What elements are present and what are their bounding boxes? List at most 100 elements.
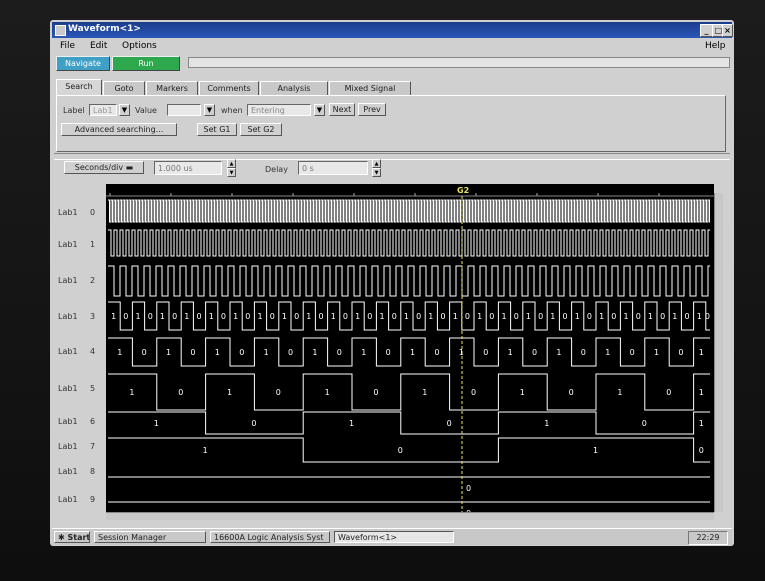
bit-value-label: 1 (380, 312, 385, 321)
row-label-3[interactable]: Lab1 3 (58, 312, 102, 321)
menu-file[interactable]: File (60, 41, 75, 51)
row-label-9[interactable]: Lab1 9 (58, 495, 102, 504)
when-caption: when (221, 106, 243, 115)
trace-bit-2 (108, 265, 710, 297)
tab-search[interactable]: Search (56, 79, 102, 96)
bit-value-label: 1 (459, 348, 464, 357)
row-label-2[interactable]: Lab1 2 (58, 276, 102, 285)
waveform-canvas[interactable]: 1010101010101010101010101010101010101010… (106, 184, 714, 518)
bit-value-label: 0 (569, 388, 574, 397)
bit-value-label: 1 (227, 388, 232, 397)
seconds-per-div-field[interactable]: 1.000 us (154, 161, 222, 175)
trace-bit-1 (108, 229, 710, 257)
bit-value-label: 1 (526, 312, 531, 321)
bit-value-label: 1 (699, 348, 704, 357)
bit-value-label: 0 (398, 446, 403, 455)
bit-value-label: 0 (678, 348, 683, 357)
bit-value-label: 1 (575, 312, 580, 321)
when-select[interactable]: Entering (247, 104, 311, 116)
when-dropdown-icon[interactable]: ▼ (314, 104, 325, 116)
bit-value-label: 0 (319, 312, 324, 321)
spin-up-icon[interactable]: ▲ (227, 159, 236, 168)
row-label-7[interactable]: Lab1 7 (58, 442, 102, 451)
menu-help[interactable]: Help (705, 41, 726, 51)
tab-analysis[interactable]: Analysis (260, 81, 328, 95)
waveform-label-column: Lab1 0 Lab1 1 Lab1 2 Lab1 3 Lab1 4 Lab1 5 Lab1… (52, 184, 106, 512)
value-field[interactable] (167, 104, 201, 116)
bus-name: Lab1 (58, 495, 78, 504)
bit-value-label: 1 (599, 312, 604, 321)
bit-value-label: 0 (532, 348, 537, 357)
close-icon[interactable]: × (722, 24, 733, 37)
bit-value-label: 0 (434, 348, 439, 357)
run-button[interactable]: Run (112, 56, 180, 71)
vertical-scrollbar[interactable] (714, 193, 723, 512)
bit-index: 4 (90, 347, 96, 356)
bit-index: 1 (90, 240, 96, 249)
bit-value-label: 1 (605, 348, 610, 357)
tab-goto[interactable]: Goto (103, 81, 145, 95)
row-label-8[interactable]: Lab1 8 (58, 467, 102, 476)
waveform-display[interactable]: 1010101010101010101010101010101010101010… (106, 184, 714, 518)
spin-up-icon[interactable]: ▲ (372, 159, 381, 168)
bit-value-label: 0 (466, 484, 471, 493)
pane-splitter[interactable] (54, 153, 730, 160)
task-waveform[interactable]: Waveform<1> (334, 531, 454, 543)
bit-value-label: 0 (447, 419, 452, 428)
bit-value-label: 1 (129, 388, 134, 397)
delay-spinner[interactable]: ▲ ▼ (372, 159, 381, 177)
spin-down-icon[interactable]: ▼ (372, 168, 381, 177)
bit-value-label: 0 (245, 312, 250, 321)
horizontal-scrollbar[interactable] (106, 512, 714, 520)
bit-value-label: 1 (654, 348, 659, 357)
row-label-5[interactable]: Lab1 5 (58, 384, 102, 393)
bit-value-label: 1 (282, 312, 287, 321)
tab-mixed-signal[interactable]: Mixed Signal (329, 81, 411, 95)
bit-value-label: 1 (699, 419, 704, 428)
bit-value-label: 1 (312, 348, 317, 357)
tab-markers[interactable]: Markers (146, 81, 198, 95)
start-button[interactable]: ✱ Start (54, 531, 90, 543)
trace-bit-7 (108, 437, 710, 463)
bit-value-label: 0 (514, 312, 519, 321)
bit-value-label: 1 (215, 348, 220, 357)
navigate-button[interactable]: Navigate (56, 56, 110, 71)
next-button[interactable]: Next (329, 103, 355, 116)
bit-value-label: 1 (556, 348, 561, 357)
row-label-0[interactable]: Lab1 0 (58, 208, 102, 217)
status-field (188, 57, 730, 68)
bit-value-label: 1 (404, 312, 409, 321)
set-g1-button[interactable]: Set G1 (197, 123, 237, 136)
set-g2-button[interactable]: Set G2 (240, 123, 282, 136)
bit-value-label: 0 (148, 312, 153, 321)
spin-down-icon[interactable]: ▼ (227, 168, 236, 177)
task-logic-analysis-system[interactable]: 16600A Logic Analysis Syst (210, 531, 330, 543)
row-label-1[interactable]: Lab1 1 (58, 240, 102, 249)
menu-edit[interactable]: Edit (90, 41, 107, 51)
task-session-manager[interactable]: Session Manager (94, 531, 206, 543)
bit-index: 9 (90, 495, 96, 504)
prev-button[interactable]: Prev (358, 103, 386, 116)
bus-name: Lab1 (58, 276, 78, 285)
value-dropdown-icon[interactable]: ▼ (204, 104, 215, 116)
window-menu-icon[interactable] (55, 25, 66, 36)
window-title-bar[interactable]: Waveform<1> _ □ × (52, 22, 733, 38)
advanced-searching-button[interactable]: Advanced searching... (61, 123, 177, 136)
bit-value-label: 1 (593, 446, 598, 455)
bit-value-label: 1 (699, 388, 704, 397)
label-select[interactable]: Lab1 (89, 104, 117, 116)
seconds-per-div-select[interactable]: Seconds/div ▬ (64, 161, 144, 174)
tab-comments[interactable]: Comments (199, 81, 259, 95)
row-label-4[interactable]: Lab1 4 (58, 347, 102, 356)
label-dropdown-icon[interactable]: ▼ (119, 104, 130, 116)
bit-value-label: 0 (666, 388, 671, 397)
delay-field[interactable]: 0 s (298, 161, 368, 175)
bit-value-label: 0 (563, 312, 568, 321)
bit-value-label: 1 (617, 388, 622, 397)
bus-name: Lab1 (58, 312, 78, 321)
seconds-per-div-spinner[interactable]: ▲ ▼ (227, 159, 236, 177)
menu-options[interactable]: Options (122, 41, 157, 51)
row-label-6[interactable]: Lab1 6 (58, 417, 102, 426)
bus-name: Lab1 (58, 442, 78, 451)
bit-value-label: 0 (288, 348, 293, 357)
